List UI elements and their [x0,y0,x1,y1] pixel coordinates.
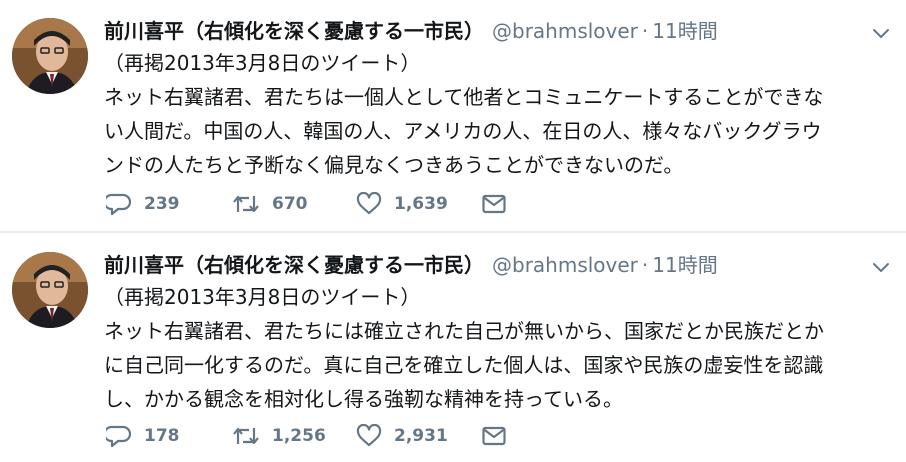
tweet-text-line: （再掲2013年3月8日のツイート） [104,51,421,75]
tweet-text-line: し、かかる観念を相対化し得る強靭な精神を持っている。 [104,387,623,411]
tweet[interactable]: 前川喜平（右傾化を深く憂慮する一市民） @brahmslover · 11時間 （再掲… [0,234,906,462]
avatar[interactable] [12,252,88,328]
tweet-text-line: （再掲2013年3月8日のツイート） [104,285,421,309]
tweet-text-line: ンドの人たちと予断なく偏見なくつきあうことができないのだ。 [104,153,684,177]
tweet-text-line: ネット右翼諸君、君たちは一個人として他者とコミュニケートすることができな [104,85,824,109]
envelope-icon [482,194,506,214]
separator-dot: · [641,19,649,43]
like-button[interactable]: 1,639 [356,190,448,218]
avatar[interactable] [12,18,88,94]
tweet-text-line: に自己同一化するのだ。真に自己を確立した個人は、国家や民族の虚妄性を認識 [104,353,824,377]
retweet-button[interactable]: 670 [232,190,308,218]
reply-button[interactable]: 178 [106,422,180,450]
timestamp[interactable]: 11時間 [652,253,717,277]
retweet-icon [232,192,260,216]
retweet-icon [232,424,260,448]
retweet-count: 1,256 [272,426,326,446]
chevron-down-icon[interactable] [872,258,890,276]
like-count: 1,639 [394,194,448,214]
reply-count: 178 [144,426,180,446]
author-name[interactable]: 前川喜平（右傾化を深く憂慮する一市民） [104,253,484,277]
tweet-text-line: ネット右翼諸君、君たちには確立された自己が無いから、国家だとか民族だとか [104,319,824,343]
retweet-count: 670 [272,194,308,214]
tweet-actions: 178 1,256 2,931 [106,422,526,450]
separator-dot: · [641,253,649,277]
timestamp[interactable]: 11時間 [652,19,717,43]
author-handle[interactable]: @brahmslover [492,253,638,277]
tweet[interactable]: 前川喜平（右傾化を深く憂慮する一市民） @brahmslover · 11時間 （再掲… [0,0,906,232]
reply-count: 239 [144,194,180,214]
tweet-text: （再掲2013年3月8日のツイート） ネット右翼諸君、君たちには確立された自己が… [104,280,894,416]
like-count: 2,931 [394,426,448,446]
tweet-text: （再掲2013年3月8日のツイート） ネット右翼諸君、君たちは一個人として他者と… [104,46,894,182]
heart-icon [356,192,382,216]
chevron-down-icon[interactable] [872,24,890,42]
envelope-icon [482,426,506,446]
reply-icon [106,424,132,448]
retweet-button[interactable]: 1,256 [232,422,326,450]
like-button[interactable]: 2,931 [356,422,448,450]
reply-icon [106,192,132,216]
tweet-divider [0,231,906,233]
direct-message-button[interactable] [482,190,506,218]
reply-button[interactable]: 239 [106,190,180,218]
author-name[interactable]: 前川喜平（右傾化を深く憂慮する一市民） [104,19,484,43]
tweet-text-line: い人間だ。中国の人、韓国の人、アメリカの人、在日の人、様々なバックグラウ [104,119,822,143]
tweet-header: 前川喜平（右傾化を深く憂慮する一市民） @brahmslover · 11時間 [104,250,718,280]
author-handle[interactable]: @brahmslover [492,19,638,43]
tweet-header: 前川喜平（右傾化を深く憂慮する一市民） @brahmslover · 11時間 [104,16,718,46]
heart-icon [356,424,382,448]
tweet-actions: 239 670 1,639 [106,190,526,218]
direct-message-button[interactable] [482,422,506,450]
